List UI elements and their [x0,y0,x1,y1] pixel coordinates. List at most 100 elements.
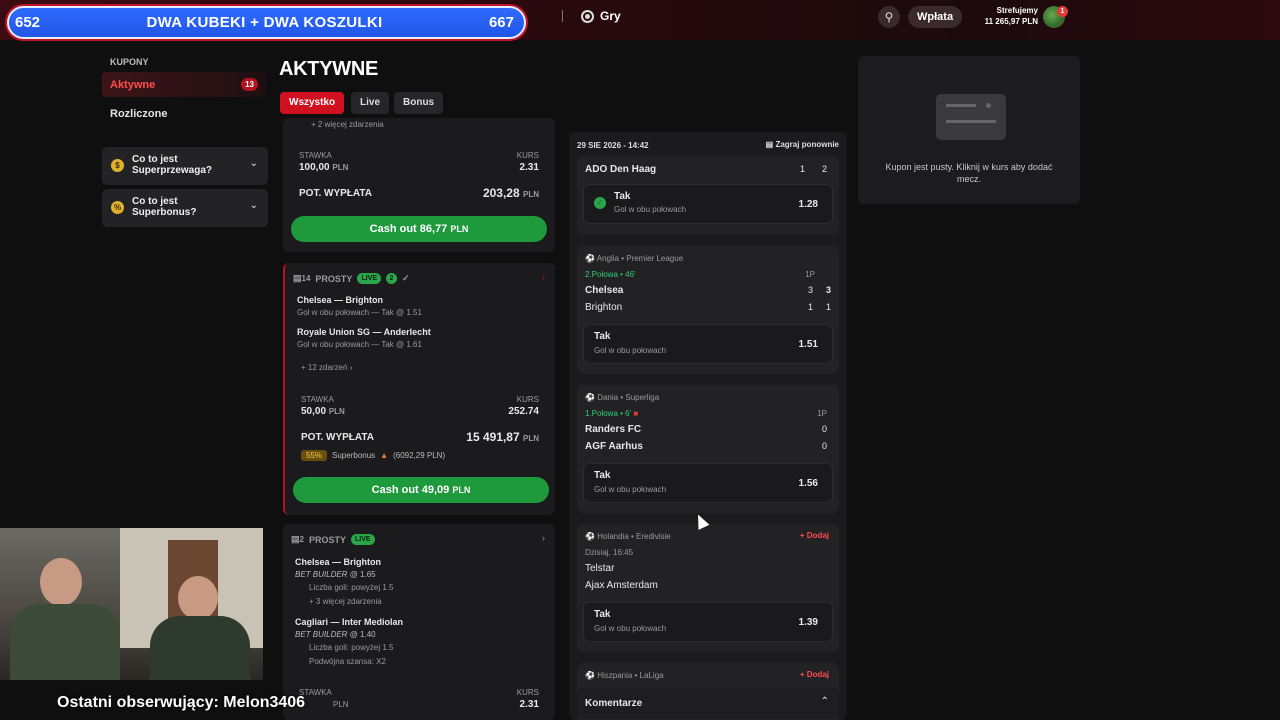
event-teams: Chelsea — Brighton [297,295,384,305]
more-events-link[interactable]: + 12 zdarzeń › [301,363,352,372]
username: Strefujemy [996,6,1038,15]
sidebar-section-label: KUPONY [110,57,149,67]
bet-builder-line: BET BUILDER @ 1.65 [295,570,376,579]
odds-value: 2.31 [519,162,539,173]
search-button[interactable]: ⚲ [878,6,900,28]
coupon-card[interactable]: + 2 więcej zdarzenia STAWKA KURS 100,00 … [283,118,555,252]
notification-badge: 1 [1057,6,1068,17]
tab-bonus[interactable]: Bonus [394,92,444,114]
cashout-button[interactable]: Cash out 86,77 PLN [291,216,547,242]
score: 1 [825,302,831,312]
payout-label: POT. WYPŁATA [299,188,372,199]
check-icon: ✓ [402,273,410,283]
tab-live[interactable]: Live [351,92,390,114]
selection: ✓ Tak Gol w obu połowach 1.28 [583,184,833,224]
superbonus-row: 55% Superbonus ▲ (6092,29 PLN) [301,450,445,461]
league-label: ⚽ Anglia • Premier League [585,254,684,263]
page-title: AKTYWNE [279,58,379,80]
period-label: 1P [817,409,827,418]
shield-icon: $ [111,159,124,172]
match-time: Dzisiaj, 16:45 [585,548,634,557]
replay-button[interactable]: ▤ Zagraj ponownie [766,140,839,149]
score: 0 [821,441,827,451]
games-nav-link[interactable]: Gry [562,9,621,23]
away-team: Ajax Amsterdam [585,580,658,591]
away-team: AGF Aarhus [585,441,643,452]
betslip-empty: Kupon jest pusty. Kliknij w kurs aby dod… [858,56,1080,204]
team-name: ADO Den Haag [585,164,657,175]
coupon-icon: ▤2 [291,534,304,544]
home-team: Chelsea [585,285,624,296]
empty-text: Kupon jest pusty. Kliknij w kurs aby dod… [885,162,1053,184]
goal-right-count: 667 [488,14,514,31]
faq-label: Co to jest Superprzewaga? [132,154,213,176]
search-icon: ⚲ [884,10,894,24]
event-teams: Chelsea — Brighton [295,557,382,567]
coupon-card[interactable]: ▤14 PROSTY LIVE 2 ✓ › Chelsea — Brighton… [283,263,555,515]
selection: Tak Gol w obu połowach 1.39 [583,602,833,642]
chevron-down-icon: ⌄ [249,158,258,169]
coupon-header: ▤14 PROSTY LIVE 2 ✓ [293,273,410,284]
chevron-up-icon: ⌃ [820,696,829,707]
builder-line: Liczba goli: powyżej 1.5 [309,643,394,652]
webcam-feed [0,528,263,680]
payout-value: 203,28 PLN [482,186,539,200]
score: 3 [807,285,813,295]
games-label: Gry [600,9,621,23]
games-icon [581,9,594,23]
ticket-icon [936,94,1006,140]
score: 3 [825,285,831,295]
cashout-button[interactable]: Cash out 49,09 PLN [293,477,549,503]
coupon-card[interactable]: ▤2 PROSTY LIVE › Chelsea — Brighton BET … [283,524,555,720]
live-badge: LIVE [357,273,381,284]
ball-icon: ⚽ [585,254,595,263]
user-info[interactable]: Strefujemy 11 265,97 PLN [970,5,1038,27]
ball-icon: ⚽ [585,393,595,402]
odds-label: KURS [516,395,539,404]
more-events: + 2 więcej zdarzenia [311,120,384,129]
replay-icon: ▤ [765,140,774,149]
chevron-right-icon[interactable]: › [542,272,545,282]
tab-all[interactable]: Wszystko [280,92,345,114]
odds-label: KURS [516,688,539,697]
event-card: ⚽ Anglia • Premier League 2.Połowa • 46'… [577,246,839,374]
event-card: ⚽ Dania • Superliga 1.Połowa • 6' ■ 1P R… [577,385,839,513]
fire-icon: ▲ [380,451,389,460]
selection: Tak Gol w obu połowach 1.51 [583,324,833,364]
builder-line: Liczba goli: powyżej 1.5 [309,583,394,592]
sidebar-item-settled[interactable]: Rozliczone [110,108,167,120]
event-card: ⚽ Holandia • Eredivisie + Dodaj Dzisiaj,… [577,524,839,652]
superbonus-value: (6092,29 PLN) [393,451,446,460]
check-icon: ✓ [594,197,606,209]
superbonus-label: Superbonus [332,451,376,460]
coupon-header: ▤2 PROSTY LIVE [291,534,375,545]
coupon-date: 29 SIE 2026 - 14:42 [577,141,649,150]
league-label: ⚽ Hiszpania • LaLiga [585,671,664,680]
sidebar-item-active[interactable]: Aktywne 13 [102,72,266,97]
payout-label: POT. WYPŁATA [301,432,374,443]
builder-line: + 3 więcej zdarzenia [309,597,382,606]
coupon-icon: ▤14 [293,273,311,283]
league-label: ⚽ Holandia • Eredivisie [585,532,671,541]
event-market: Gol w obu połowach — Tak @ 1.61 [297,340,422,349]
stake-label: STAWKA [301,395,334,404]
sidebar-item-label: Aktywne [110,79,156,91]
chevron-right-icon[interactable]: › [542,533,545,543]
superbonus-pct: 55% [301,450,328,461]
away-team: Brighton [585,302,623,313]
chevron-down-icon: ⌄ [249,200,258,211]
add-button[interactable]: + Dodaj [800,670,829,679]
live-count-badge: 2 [386,273,397,284]
faq-superprzewaga[interactable]: $ Co to jest Superprzewaga? ⌄ [102,147,268,185]
event-market: Gol w obu połowach — Tak @ 1.51 [297,308,422,317]
score: 1 [807,302,813,312]
goal-left-count: 652 [15,14,41,31]
faq-superbonus[interactable]: % Co to jest Superbonus? ⌄ [102,189,268,227]
add-button[interactable]: + Dodaj [800,531,829,540]
selection: Tak Gol w obu połowach 1.56 [583,463,833,503]
deposit-button[interactable]: Wpłata [908,6,963,28]
comments-toggle[interactable]: Komentarze ⌃ [577,688,839,718]
payout-value: 15 491,87 PLN [466,430,539,444]
coupon-type: PROSTY [308,534,346,545]
match-status: 2.Połowa • 46' [585,270,636,279]
